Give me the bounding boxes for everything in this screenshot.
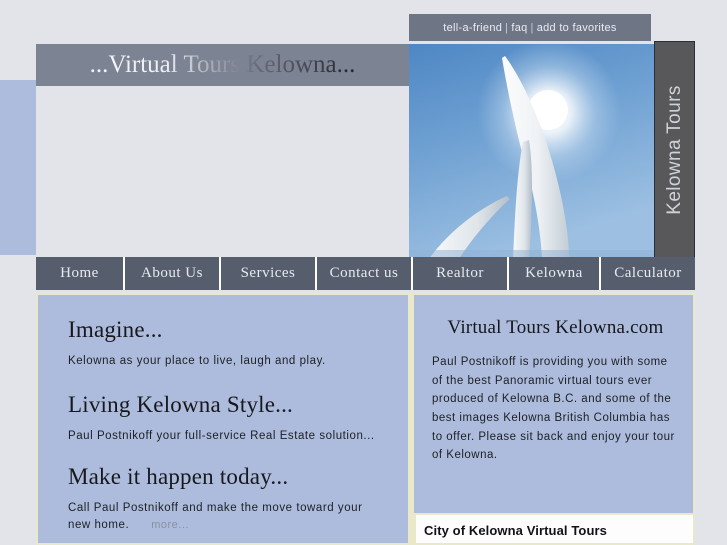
nav-item-realtor[interactable]: Realtor xyxy=(413,257,509,290)
faq-link[interactable]: faq xyxy=(511,22,527,34)
right-content-inner: Virtual Tours Kelowna.com Paul Postnikof… xyxy=(414,295,693,465)
nav-item-services[interactable]: Services xyxy=(221,257,317,290)
tell-a-friend-link[interactable]: tell-a-friend xyxy=(443,22,502,34)
nav-item-calculator[interactable]: Calculator xyxy=(601,257,695,290)
top-utility-links: tell-a-friend | faq | add to favorites xyxy=(443,22,616,34)
heading-make-it-happen-today: Make it happen today... xyxy=(68,464,289,490)
site-title-banner: ...Virtual Tours Kelowna... xyxy=(36,44,409,86)
nav-item-kelowna[interactable]: Kelowna xyxy=(509,257,601,290)
heading-living-kelowna-style: Living Kelowna Style... xyxy=(68,391,293,417)
side-label-text: Kelowna Tours xyxy=(663,85,685,215)
paragraph-living-kelowna-style: Paul Postnikoff your full-service Real E… xyxy=(68,429,375,442)
top-utility-bar: tell-a-friend | faq | add to favorites xyxy=(409,14,651,41)
left-content-column: Imagine... Kelowna as your place to live… xyxy=(36,293,408,545)
right-content-column: Virtual Tours Kelowna.com Paul Postnikof… xyxy=(414,293,695,545)
city-tours-panel: City of Kelowna Virtual Tours xyxy=(414,513,695,545)
heading-imagine: Imagine... xyxy=(68,317,163,342)
more-link[interactable]: more... xyxy=(151,519,189,531)
main-navigation: Home About Us Services Contact us Realto… xyxy=(36,257,695,290)
heading-city-of-kelowna-virtual-tours: City of Kelowna Virtual Tours xyxy=(424,523,607,538)
nav-item-about-us[interactable]: About Us xyxy=(125,257,221,290)
topbar-separator-2: | xyxy=(530,21,534,34)
content-frame: Imagine... Kelowna as your place to live… xyxy=(36,293,695,545)
paragraph-make-it-happen-text: Call Paul Postnikoff and make the move t… xyxy=(68,502,363,532)
topbar-separator-1: | xyxy=(505,21,509,34)
page-title: ...Virtual Tours Kelowna... xyxy=(89,51,356,78)
heading-virtual-tours-kelowna: Virtual Tours Kelowna.com xyxy=(447,317,664,338)
paragraph-imagine: Kelowna as your place to live, laugh and… xyxy=(68,355,326,367)
paragraph-virtual-tours-intro: Paul Postnikoff is providing you with so… xyxy=(432,356,675,462)
background-blue-band xyxy=(0,80,36,255)
side-label-panel: Kelowna Tours xyxy=(654,41,695,259)
hero-illustration xyxy=(409,44,654,259)
add-to-favorites-link[interactable]: add to favorites xyxy=(537,22,617,34)
nav-item-home[interactable]: Home xyxy=(36,257,125,290)
paragraph-make-it-happen-today: Call Paul Postnikoff and make the move t… xyxy=(68,500,384,534)
nav-item-contact-us[interactable]: Contact us xyxy=(317,257,413,290)
hero-image xyxy=(409,44,654,259)
